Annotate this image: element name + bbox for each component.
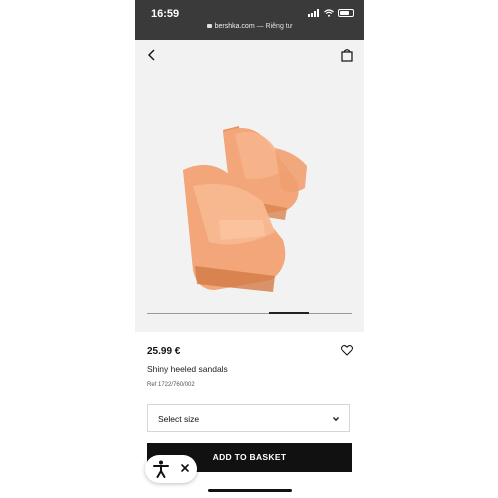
product-gallery[interactable] <box>135 70 364 332</box>
size-select-label: Select size <box>158 414 200 424</box>
status-time: 16:59 <box>151 8 180 20</box>
shopping-bag-icon[interactable] <box>340 48 354 62</box>
status-bar: 16:59 bershka.com — Riêng tư <box>135 0 364 40</box>
url-bar[interactable]: bershka.com — Riêng tư <box>135 23 364 30</box>
wifi-icon <box>324 9 334 17</box>
chevron-left-icon[interactable] <box>145 48 159 62</box>
product-photo <box>183 126 307 292</box>
product-price: 25.99 € <box>147 346 181 357</box>
chevron-down-icon <box>333 417 339 422</box>
heart-icon[interactable] <box>341 345 353 356</box>
signal-icon <box>308 9 320 17</box>
accessibility-person-icon[interactable] <box>151 459 171 479</box>
size-select[interactable]: Select size <box>147 404 350 432</box>
url-host: bershka.com <box>214 23 255 30</box>
close-icon[interactable] <box>178 461 192 475</box>
accessibility-widget[interactable] <box>145 455 197 483</box>
phone-screen: 16:59 bershka.com — Riêng tư 25.99 € Shi… <box>135 0 364 498</box>
home-indicator <box>208 489 292 492</box>
battery-icon <box>338 9 354 17</box>
gallery-progress-track <box>147 313 352 314</box>
lock-icon <box>206 24 212 28</box>
url-private-label: — Riêng tư <box>254 23 293 30</box>
product-name: Shiny heeled sandals <box>147 364 228 374</box>
top-nav <box>135 40 364 70</box>
gallery-progress-indicator <box>269 312 309 314</box>
product-ref: Ref 1722/760/002 <box>147 382 195 388</box>
status-icons <box>308 9 354 17</box>
